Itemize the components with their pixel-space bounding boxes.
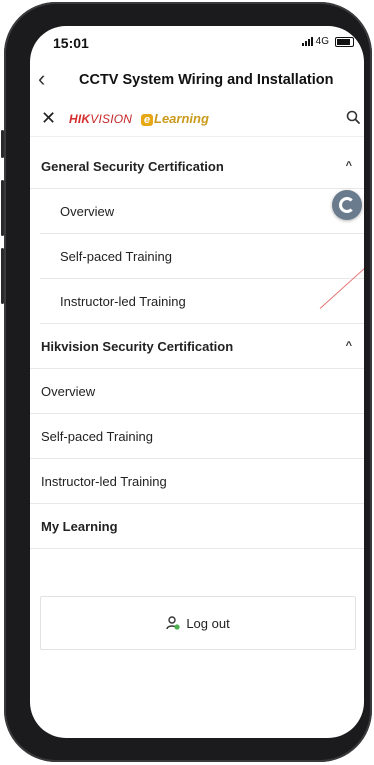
menu-item-my-learning[interactable]: My Learning (30, 504, 364, 549)
menu-item-general-overview[interactable]: Overview (40, 189, 364, 234)
close-icon[interactable]: ✕ (41, 109, 56, 127)
menu-item-label: Self-paced Training (41, 429, 154, 444)
section-label: General Security Certification (41, 159, 224, 174)
brand-hik-rest: VISION (90, 112, 133, 126)
menu-section-general[interactable]: General Security Certification ^ (30, 144, 364, 189)
title-bar: ‹ CCTV System Wiring and Installation (30, 66, 364, 96)
chevron-up-icon[interactable]: ^ (346, 324, 352, 369)
search-icon[interactable] (346, 110, 360, 124)
hikvision-logo: HIKVISION (69, 112, 132, 126)
chevron-up-icon[interactable]: ^ (346, 144, 352, 189)
status-time: 15:01 (53, 35, 89, 51)
phone-screen: 15:01 4G ‹ CCTV System Wiring and Instal… (30, 26, 364, 738)
signal-icon (301, 37, 313, 46)
menu-item-label: Instructor-led Training (41, 474, 167, 489)
menu-item-hikvision-self-paced[interactable]: Self-paced Training (30, 414, 364, 459)
elearning-logo: e Learning (141, 111, 209, 126)
menu-item-label: Instructor-led Training (60, 294, 186, 309)
page-title: CCTV System Wiring and Installation (79, 72, 334, 88)
menu-item-hikvision-overview[interactable]: Overview (30, 369, 364, 414)
section-label: My Learning (41, 519, 118, 534)
chevron-left-icon[interactable]: ‹ (38, 68, 45, 90)
menu-item-label: Overview (60, 204, 115, 219)
network-type: 4G (315, 36, 329, 47)
brand-hik-bold: HIK (69, 112, 91, 126)
brand-elearning-text: Learning (154, 111, 209, 126)
menu-item-general-self-paced[interactable]: Self-paced Training (40, 234, 364, 279)
floating-support-button[interactable] (332, 190, 362, 220)
status-bar: 15:01 4G (30, 26, 364, 62)
phone-frame: 15:01 4G ‹ CCTV System Wiring and Instal… (1, 2, 372, 762)
menu-item-label: Self-paced Training (60, 249, 173, 264)
brand-elearning-prefix: e (141, 114, 153, 126)
menu-item-general-instructor-led[interactable]: Instructor-led Training (40, 279, 364, 324)
menu-item-label: Overview (41, 384, 96, 399)
brand-bar: ✕ HIKVISION e Learning (30, 106, 364, 137)
menu-section-hikvision[interactable]: Hikvision Security Certification ^ (30, 324, 364, 369)
user-logout-icon (166, 616, 180, 630)
logout-button[interactable]: Log out (40, 596, 356, 650)
phone-side-button (1, 130, 4, 158)
logout-label: Log out (186, 615, 230, 631)
battery-icon (335, 36, 354, 47)
phone-side-button (1, 248, 4, 304)
nav-menu: General Security Certification ^ Overvie… (30, 144, 364, 549)
status-indicators: 4G (301, 36, 354, 47)
headset-icon (339, 197, 355, 213)
menu-item-hikvision-instructor-led[interactable]: Instructor-led Training (30, 459, 364, 504)
section-label: Hikvision Security Certification (41, 339, 234, 354)
phone-side-button (1, 180, 4, 236)
